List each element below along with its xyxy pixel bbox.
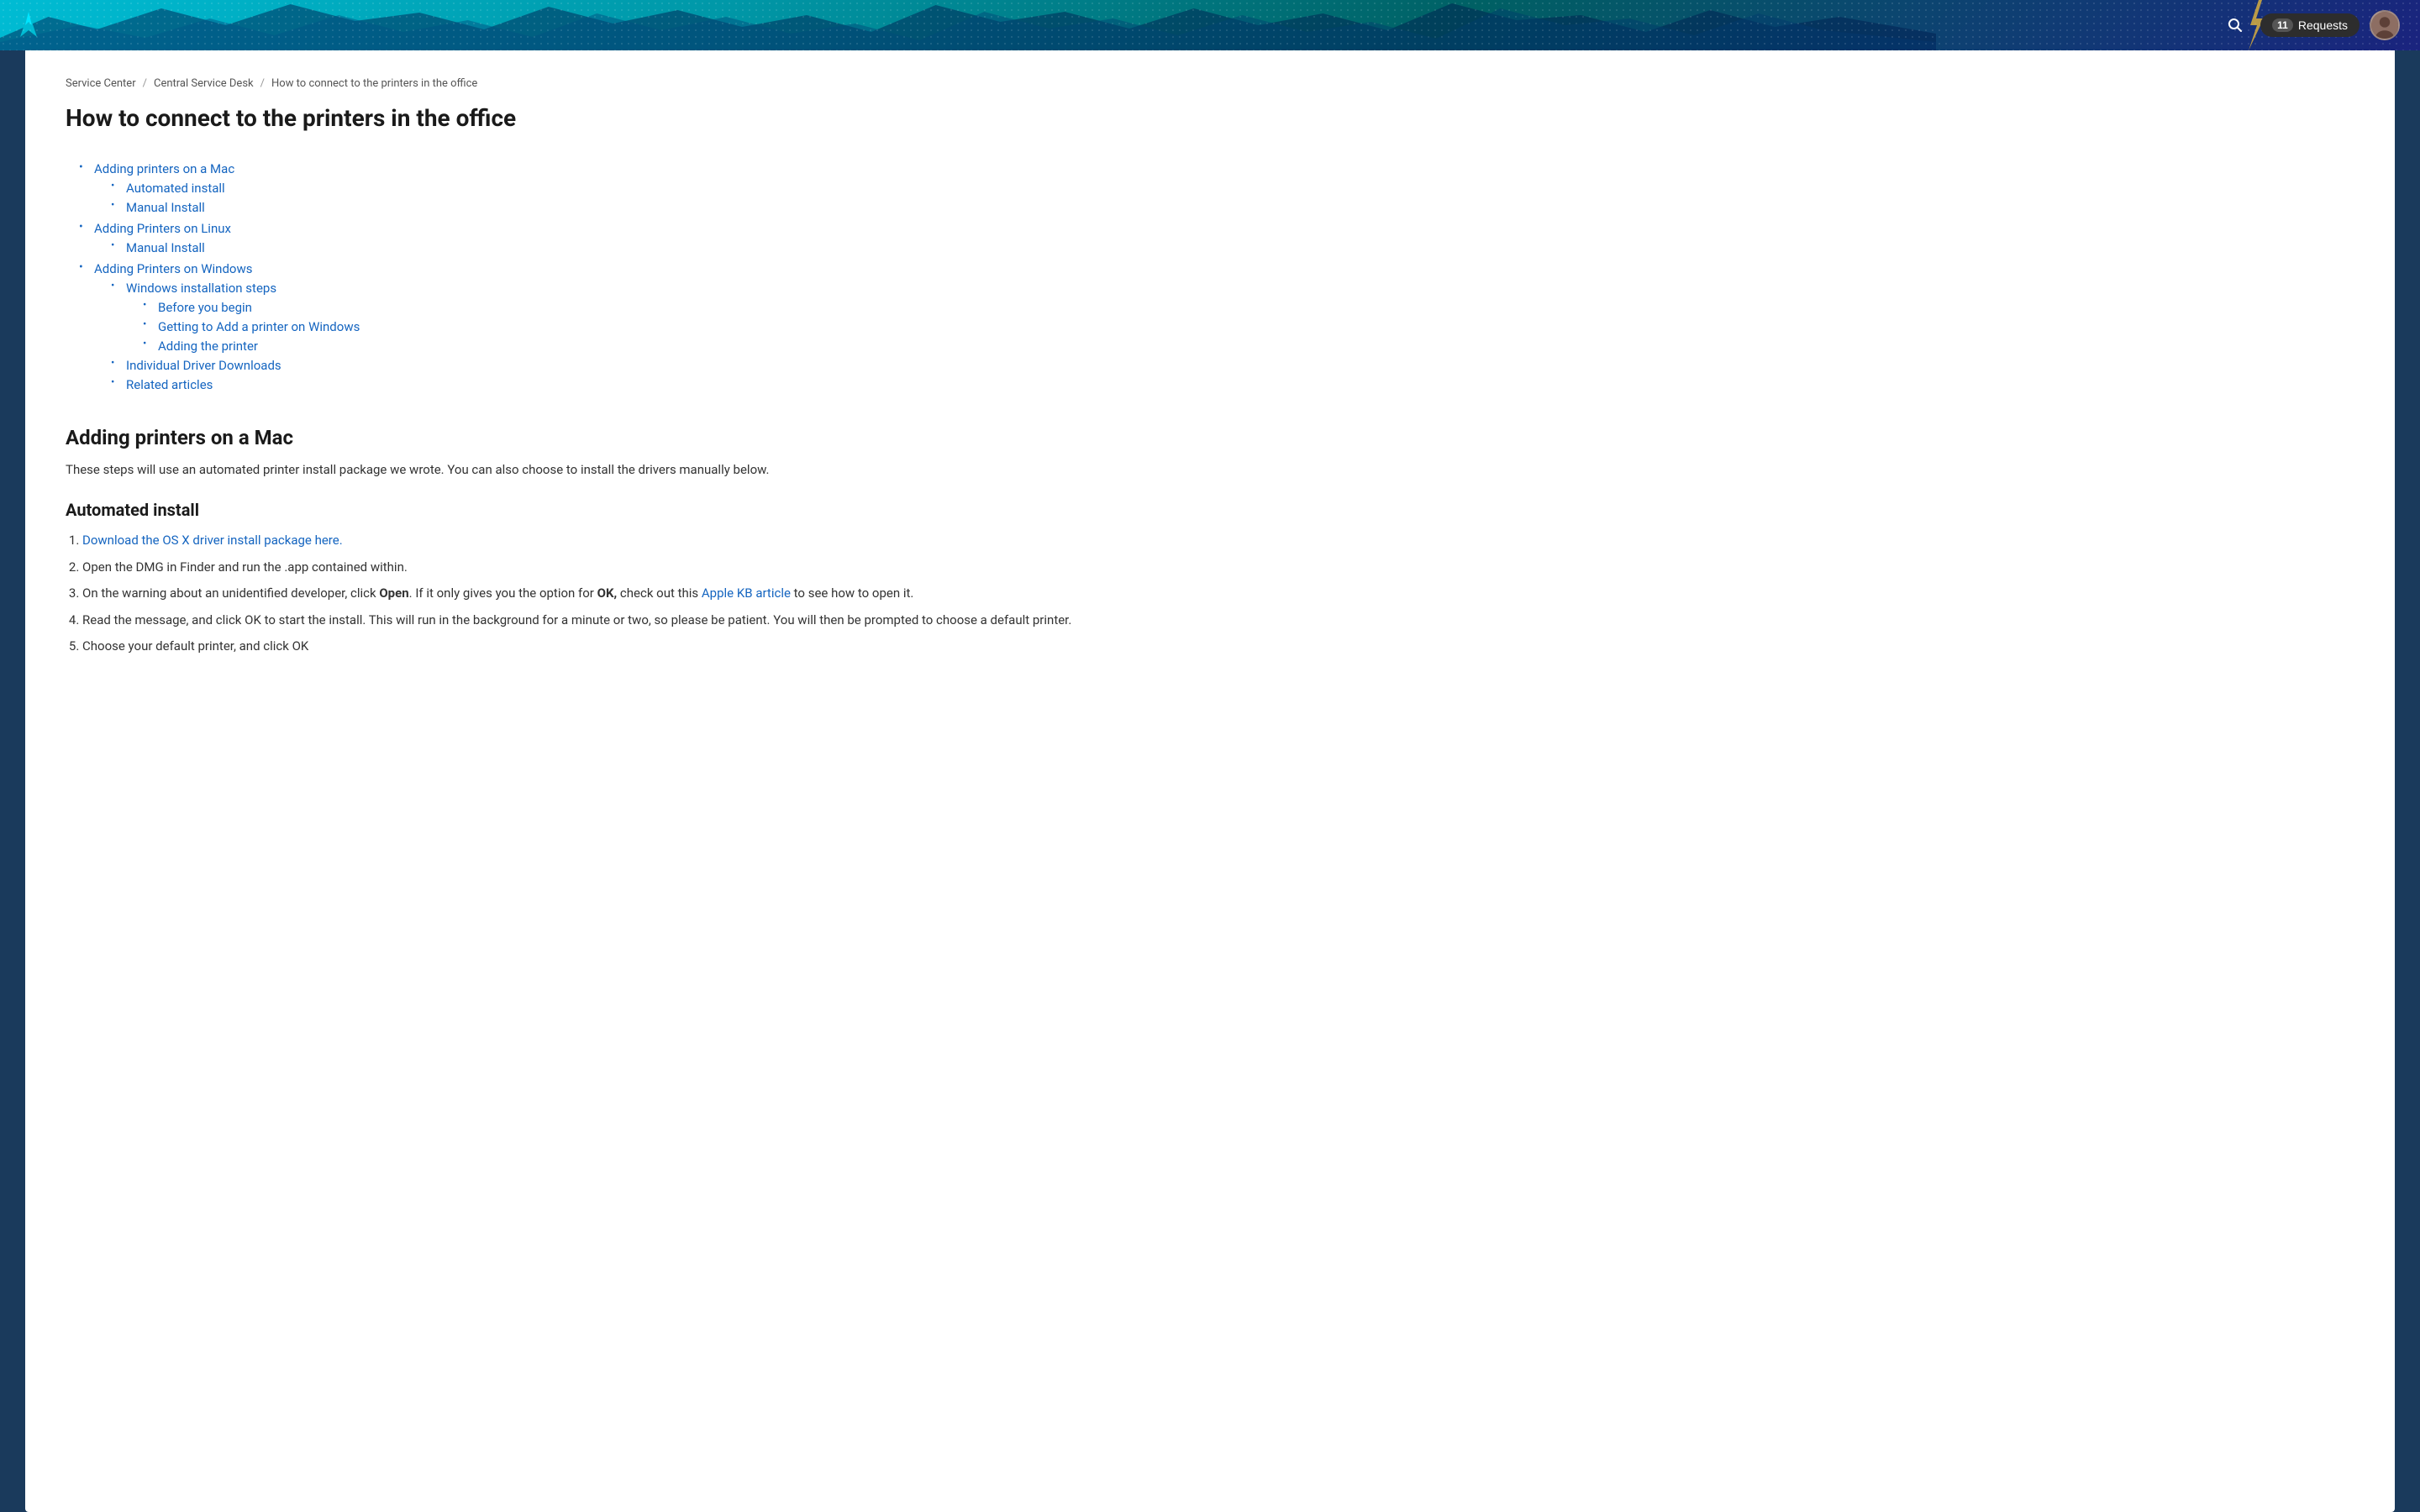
- main-content: Service Center / Central Service Desk / …: [25, 50, 2395, 1512]
- breadcrumb-service-center[interactable]: Service Center: [66, 77, 136, 90]
- toc-link-getting-add-printer[interactable]: Getting to Add a printer on Windows: [158, 319, 360, 334]
- toc-link-manual-linux[interactable]: Manual Install: [126, 240, 205, 255]
- toc-link-automated[interactable]: Automated install: [126, 181, 225, 196]
- toc-link-mac[interactable]: Adding printers on a Mac: [94, 161, 234, 176]
- toc-link-windows-steps[interactable]: Windows installation steps: [126, 281, 276, 296]
- toc-item-mac: Adding printers on a Mac Automated insta…: [79, 160, 2354, 215]
- toc-link-manual-mac[interactable]: Manual Install: [126, 200, 205, 215]
- requests-badge: 11: [2272, 18, 2293, 32]
- apple-kb-link[interactable]: Apple KB article: [702, 585, 791, 601]
- avatar[interactable]: [2370, 10, 2400, 40]
- toc-item-linux: Adding Printers on Linux Manual Install: [79, 220, 2354, 255]
- toc-item-windows-steps: Windows installation steps Before you be…: [111, 280, 2354, 354]
- section-mac: Adding printers on a Mac These steps wil…: [66, 426, 2354, 658]
- toc-link-related[interactable]: Related articles: [126, 377, 213, 392]
- breadcrumb: Service Center / Central Service Desk / …: [66, 77, 2354, 90]
- requests-label: Requests: [2298, 18, 2348, 32]
- breadcrumb-current: How to connect to the printers in the of…: [271, 77, 477, 90]
- automated-steps-list: Download the OS X driver install package…: [82, 530, 2354, 658]
- subsection-automated: Automated install Download the OS X driv…: [66, 500, 2354, 658]
- breadcrumb-sep-1: /: [143, 77, 147, 90]
- toc-item-windows: Adding Printers on Windows Windows insta…: [79, 260, 2354, 392]
- breadcrumb-sep-2: /: [260, 77, 265, 90]
- toc-link-windows[interactable]: Adding Printers on Windows: [94, 261, 253, 276]
- toc-item-manual-linux: Manual Install: [111, 239, 2354, 255]
- step-3: On the warning about an unidentified dev…: [82, 583, 2354, 605]
- mac-section-desc: These steps will use an automated printe…: [66, 459, 2354, 480]
- search-button[interactable]: [2220, 10, 2250, 40]
- step-4: Read the message, and click OK to start …: [82, 610, 2354, 632]
- top-bar: 11 Requests: [0, 0, 2420, 50]
- toc-item-before-begin: Before you begin: [143, 299, 2354, 315]
- table-of-contents: Adding printers on a Mac Automated insta…: [79, 160, 2354, 392]
- mac-section-heading: Adding printers on a Mac: [66, 426, 2354, 449]
- toc-item-driver-downloads: Individual Driver Downloads: [111, 357, 2354, 373]
- automated-heading: Automated install: [66, 500, 2354, 520]
- top-bar-actions: 11 Requests: [2220, 10, 2400, 40]
- step-1: Download the OS X driver install package…: [82, 530, 2354, 552]
- requests-button[interactable]: 11 Requests: [2260, 13, 2360, 37]
- breadcrumb-central-service-desk[interactable]: Central Service Desk: [154, 77, 254, 90]
- download-link[interactable]: Download the OS X driver install package…: [82, 533, 343, 548]
- toc-link-driver-downloads[interactable]: Individual Driver Downloads: [126, 358, 281, 373]
- toc-item-adding-printer: Adding the printer: [143, 338, 2354, 354]
- toc-item-related: Related articles: [111, 376, 2354, 392]
- step-5: Choose your default printer, and click O…: [82, 636, 2354, 658]
- toc-link-before-begin[interactable]: Before you begin: [158, 300, 252, 315]
- toc-item-automated: Automated install: [111, 180, 2354, 196]
- toc-item-getting-add-printer: Getting to Add a printer on Windows: [143, 318, 2354, 334]
- dot-pattern: [0, 0, 2420, 50]
- step-2: Open the DMG in Finder and run the .app …: [82, 557, 2354, 579]
- toc-link-linux[interactable]: Adding Printers on Linux: [94, 221, 231, 236]
- toc-item-manual-mac: Manual Install: [111, 199, 2354, 215]
- page-title: How to connect to the printers in the of…: [66, 103, 2354, 134]
- toc-link-adding-printer[interactable]: Adding the printer: [158, 339, 258, 354]
